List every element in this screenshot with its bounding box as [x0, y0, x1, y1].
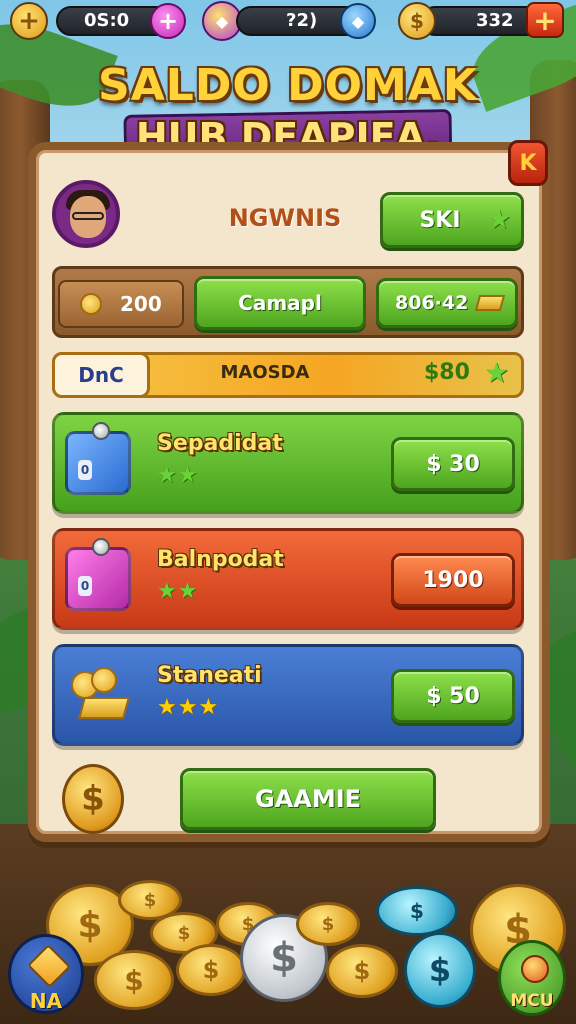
mcu-label: MCU [510, 991, 554, 1011]
offer-card-2[interactable]: 0 Balnpodat ★★ 1900 [52, 528, 524, 630]
star-icon: ★ [487, 205, 511, 235]
offer-card-1[interactable]: 0 Sepadidat ★★ $ 30 [52, 412, 524, 514]
top-bar: + 0S:0 + ◆ ?2) ◆ 332 $ + [0, 0, 576, 48]
coin-icon [91, 667, 117, 693]
star-icon: ★ [484, 356, 510, 389]
offer-card-3[interactable]: Staneati ★★★ $ 50 [52, 644, 524, 746]
offer-name: Sepadidat [157, 431, 283, 456]
ski-button[interactable]: SKI ★ [380, 192, 524, 248]
game-button[interactable]: GAAMIE [180, 768, 436, 830]
diamond-button[interactable]: ◆ [340, 3, 376, 39]
cube-mark: 0 [78, 460, 92, 480]
offer-price-button[interactable]: $ 30 [391, 437, 515, 491]
heart-icon [521, 955, 549, 983]
offer-price: $ 50 [426, 683, 480, 709]
mcu-button[interactable]: MCU [498, 940, 566, 1016]
coin-decoration: $ [296, 902, 360, 946]
na-label: NA [29, 989, 63, 1013]
ski-button-label: SKI [419, 207, 461, 233]
offer-price: 1900 [422, 567, 484, 593]
diamond-icon: ◆ [351, 11, 365, 31]
middle-value: ?2) [286, 10, 318, 31]
pink-cube-icon: 0 [65, 538, 131, 611]
offer-stars: ★★ [157, 579, 199, 604]
game-button-label: GAAMIE [254, 785, 362, 813]
coin-icon [80, 293, 102, 315]
cube-knob [92, 538, 110, 556]
na-button[interactable]: NA [8, 934, 84, 1014]
coin-decoration: $ [94, 950, 174, 1010]
close-button[interactable]: K [508, 140, 548, 186]
coin-stat: 200 [58, 280, 184, 328]
plus-icon: + [533, 3, 557, 37]
avatar[interactable] [52, 180, 120, 248]
coin-decoration: $ [326, 944, 398, 998]
gold-stat: 806·42 [376, 278, 518, 328]
cube-mark: 0 [78, 576, 92, 596]
offer-price-button[interactable]: 1900 [391, 553, 515, 607]
gem-icon [27, 944, 71, 988]
offer-price: $ 30 [426, 451, 480, 477]
gold-bar-icon [78, 697, 130, 719]
cube-knob [92, 422, 110, 440]
campaign-button-label: Camapl [238, 291, 322, 315]
plus-gold-button[interactable]: + [10, 2, 48, 40]
timer-value: 0S:0 [84, 10, 130, 31]
plus-icon: + [157, 7, 179, 35]
offer-name: Balnpodat [157, 547, 284, 572]
add-coin-button[interactable]: + [526, 2, 564, 38]
coin-stat-value: 200 [120, 292, 162, 316]
campaign-button[interactable]: Camapl [194, 276, 366, 330]
coin-value: 332 [476, 10, 514, 31]
close-icon: K [519, 150, 537, 176]
game-title: SALDO DOMAK [98, 60, 478, 111]
teal-coin-decoration: $ [404, 932, 476, 1008]
offer-stars: ★★ [157, 463, 199, 488]
add-gem-button[interactable]: + [150, 3, 186, 39]
coin-decoration: $ [176, 944, 246, 996]
gold-stat-value: 806·42 [395, 292, 469, 314]
avatar-glasses [72, 212, 104, 220]
dollar-coin-icon: $ [62, 764, 124, 834]
player-name: NGWNIS [228, 204, 342, 232]
deal-price: $80 [424, 360, 470, 385]
gold-pile-icon [67, 667, 137, 727]
teal-coin-decoration: $ [376, 886, 458, 936]
offer-price-button[interactable]: $ 50 [391, 669, 515, 723]
gold-bar-icon [474, 295, 506, 311]
offer-stars: ★★★ [157, 695, 220, 720]
blue-cube-icon: 0 [65, 422, 131, 495]
plus-icon: + [18, 6, 40, 36]
deal-label: MAOSDA [220, 362, 310, 383]
coin-icon: $ [398, 2, 436, 40]
offer-name: Staneati [157, 663, 262, 688]
deal-tag: DnC [52, 352, 150, 398]
